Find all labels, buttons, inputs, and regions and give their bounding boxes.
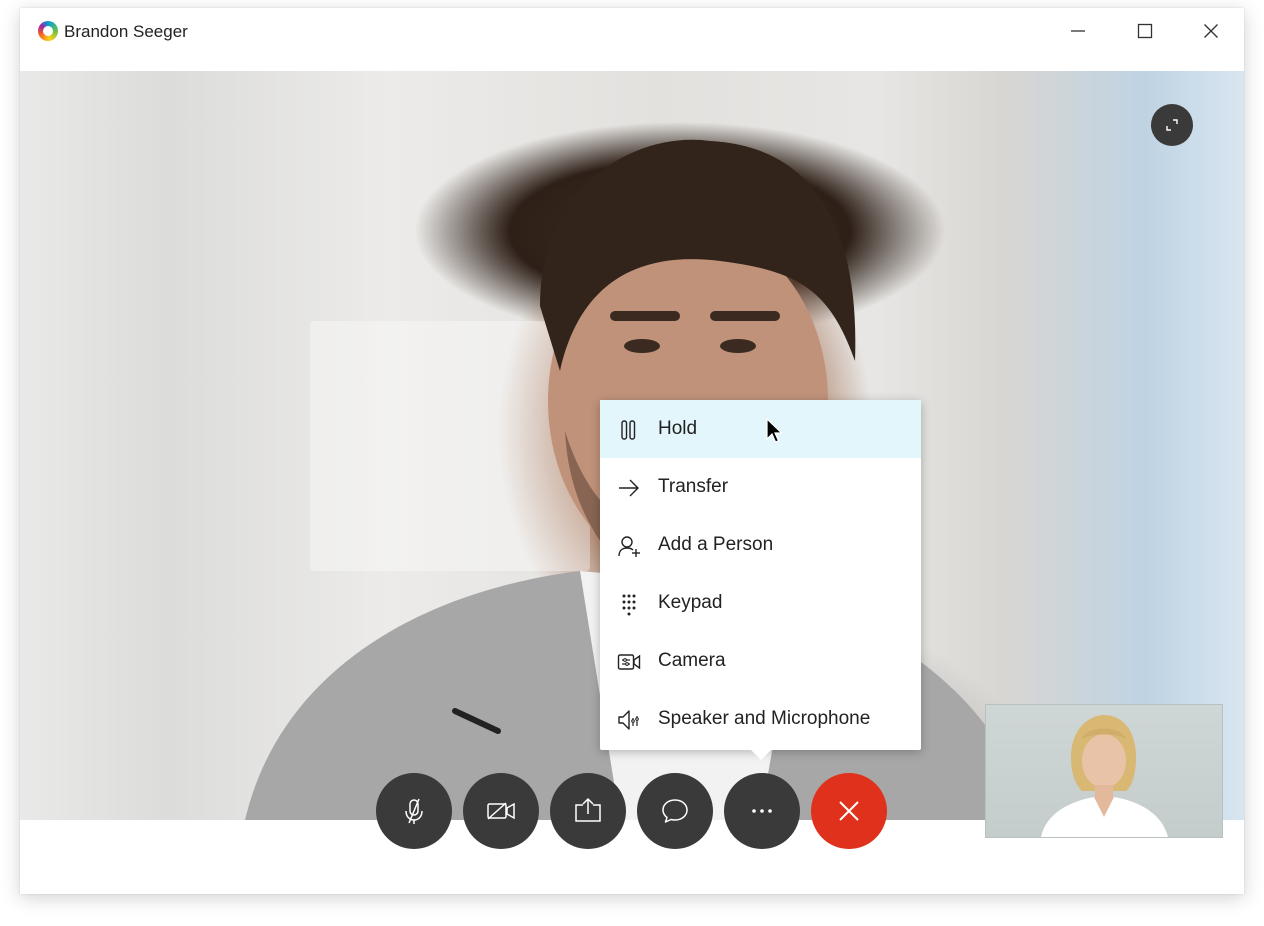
expand-icon [1166, 119, 1178, 131]
camera-settings-icon [617, 654, 641, 670]
mouse-cursor-icon [766, 418, 783, 443]
chat-icon [662, 799, 688, 823]
minimize-button[interactable] [1058, 16, 1098, 46]
menu-item-label: Add a Person [658, 534, 774, 555]
speaker-mic-icon [618, 710, 639, 730]
self-view-video[interactable] [985, 704, 1223, 838]
video-off-icon [487, 802, 515, 820]
more-options-menu: Hold Transfer Add a Person Keypad Camera… [600, 400, 921, 760]
menu-item-label: Hold [658, 418, 698, 439]
menu-item-label: Camera [658, 650, 726, 671]
menu-item-keypad[interactable]: Keypad [600, 574, 921, 632]
menu-item-label: Transfer [658, 476, 729, 497]
minimize-icon [1071, 30, 1085, 32]
menu-item-label: Keypad [658, 592, 723, 613]
maximize-button[interactable] [1125, 16, 1165, 46]
call-window: Brandon Seeger Hold Transfer Add a Perso… [20, 8, 1244, 894]
arrow-right-icon [619, 479, 639, 497]
chat-button[interactable] [637, 773, 713, 849]
menu-item-label: Speaker and Microphone [658, 708, 871, 729]
window-title: Brandon Seeger [64, 22, 188, 41]
close-window-button[interactable] [1191, 16, 1231, 46]
menu-item-speaker-microphone[interactable]: Speaker and Microphone [600, 690, 921, 748]
call-controls [376, 773, 887, 849]
mute-button[interactable] [376, 773, 452, 849]
menu-item-camera[interactable]: Camera [600, 632, 921, 690]
video-button[interactable] [463, 773, 539, 849]
more-options-button[interactable] [724, 773, 800, 849]
self-participant-image [1041, 715, 1168, 837]
menu-item-hold[interactable]: Hold [600, 400, 921, 458]
title-bar: Brandon Seeger [20, 8, 1244, 71]
microphone-muted-icon [405, 798, 423, 824]
end-call-button[interactable] [811, 773, 887, 849]
more-icon [752, 809, 772, 813]
keypad-icon [622, 594, 636, 616]
menu-item-transfer[interactable]: Transfer [600, 458, 921, 516]
close-icon [1204, 24, 1218, 38]
pause-icon [621, 420, 636, 440]
share-screen-button[interactable] [550, 773, 626, 849]
menu-item-add-person[interactable]: Add a Person [600, 516, 921, 574]
close-icon [839, 801, 859, 821]
add-person-icon [618, 536, 640, 557]
maximize-icon [1137, 23, 1153, 39]
webex-logo-icon [38, 21, 58, 41]
fullscreen-button[interactable] [1151, 104, 1193, 146]
share-screen-icon [575, 797, 601, 822]
